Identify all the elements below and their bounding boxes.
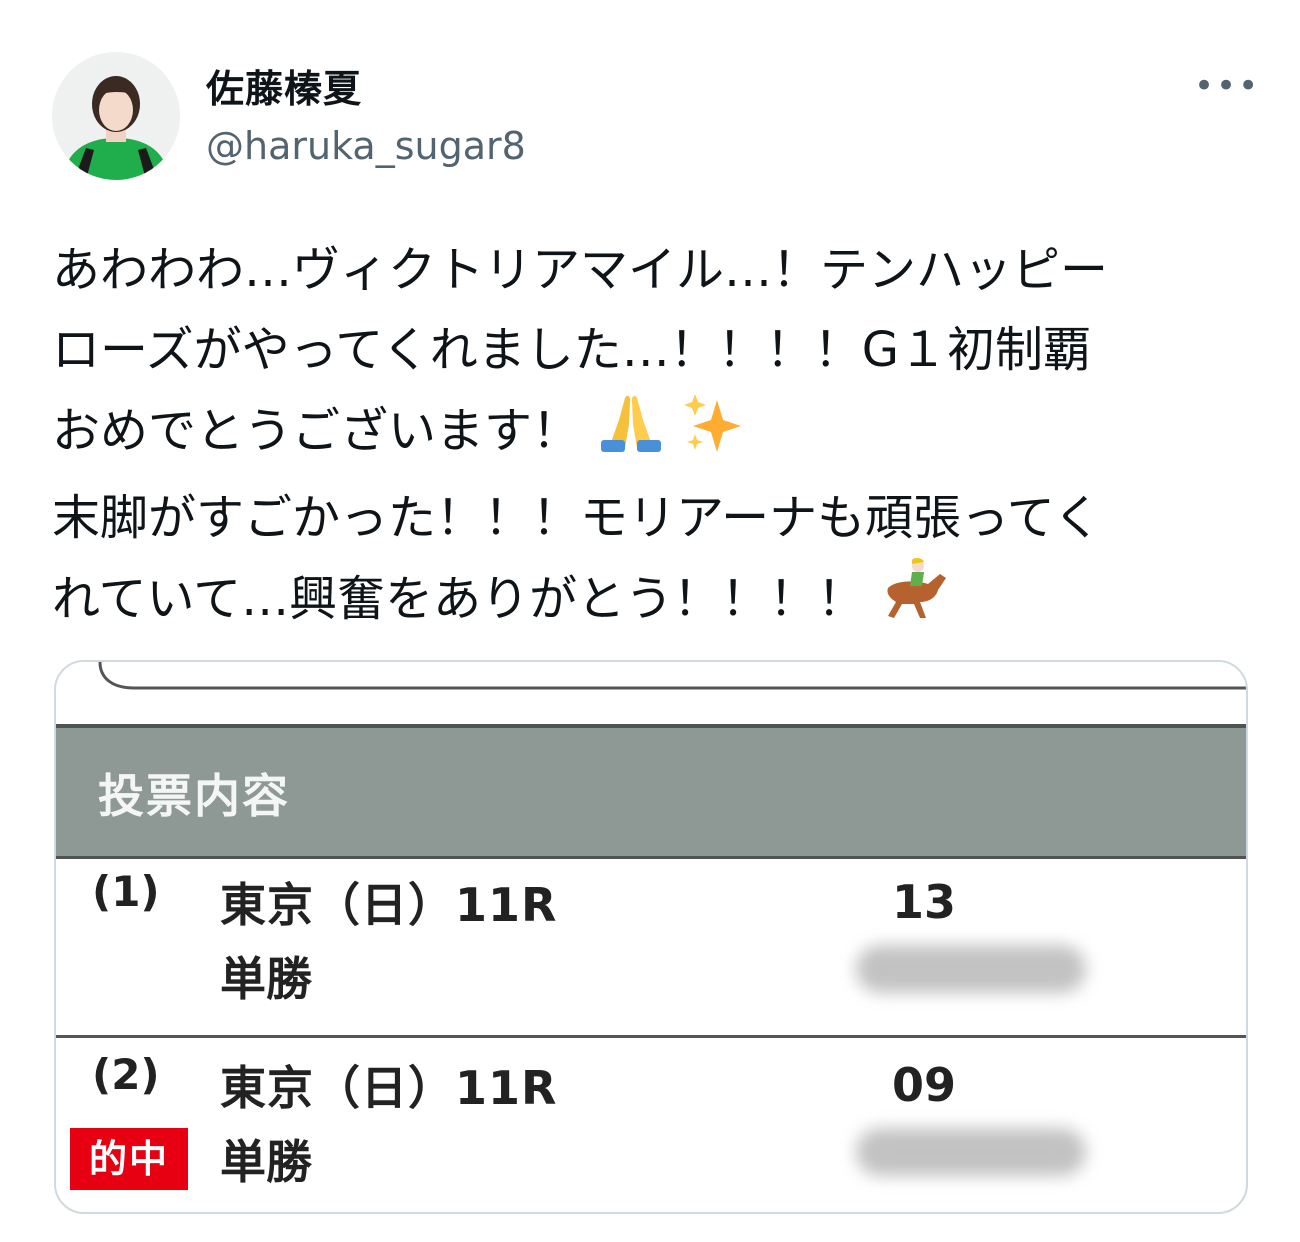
tweet-line: 末脚がすごかった！！！モリアーナも頑張ってく — [52, 490, 1102, 546]
avatar[interactable] — [52, 52, 180, 180]
display-name[interactable]: 佐藤榛夏 — [206, 58, 362, 113]
ticket-row: (2) 的中 東京（日）11R 単勝 09 — [56, 1038, 1246, 1212]
ticket-title-band: 投票内容 — [56, 724, 1246, 859]
blurred-amount — [856, 1128, 1086, 1176]
tweet-line: あわわわ…ヴィクトリアマイル…！テンハッピー — [52, 242, 1109, 298]
race-venue: 東京（日）11R — [220, 878, 558, 932]
avatar-photo — [52, 52, 180, 180]
blurred-amount — [856, 945, 1086, 993]
ticket-row: (1) 東京（日）11R 単勝 13 — [56, 855, 1246, 1038]
tweet-text: あわわわ…ヴィクトリアマイル…！テンハッピー ローズがやってくれました…！！！！… — [52, 230, 1252, 646]
row-number: (1) — [92, 867, 160, 916]
user-handle[interactable]: @haruka_sugar8 — [206, 124, 526, 168]
folded-hands-icon — [595, 390, 667, 478]
row-number: (2) — [92, 1050, 160, 1099]
tweet-line: ローズがやってくれました…！！！！G１初制覇 — [52, 322, 1091, 378]
sparkles-icon — [683, 390, 743, 478]
tweet-line: おめでとうございます！ — [52, 390, 1252, 478]
hit-badge: 的中 — [70, 1128, 188, 1190]
bet-type: 単勝 — [220, 1135, 312, 1189]
bet-type: 単勝 — [220, 952, 312, 1006]
ticket-image[interactable]: 投票内容 (1) 東京（日）11R 単勝 13 (2) 的中 東京（日）11R … — [54, 660, 1248, 1214]
ticket-header-strip — [56, 662, 1246, 724]
horse-number: 13 — [892, 875, 957, 929]
race-venue: 東京（日）11R — [220, 1061, 558, 1115]
horse-racing-icon — [880, 557, 952, 646]
tweet-line: れていて…興奮をありがとう！！！！ — [52, 557, 1252, 646]
more-options-icon[interactable]: ••• — [1194, 66, 1260, 106]
ticket-title: 投票内容 — [98, 769, 290, 823]
horse-number: 09 — [892, 1058, 957, 1112]
